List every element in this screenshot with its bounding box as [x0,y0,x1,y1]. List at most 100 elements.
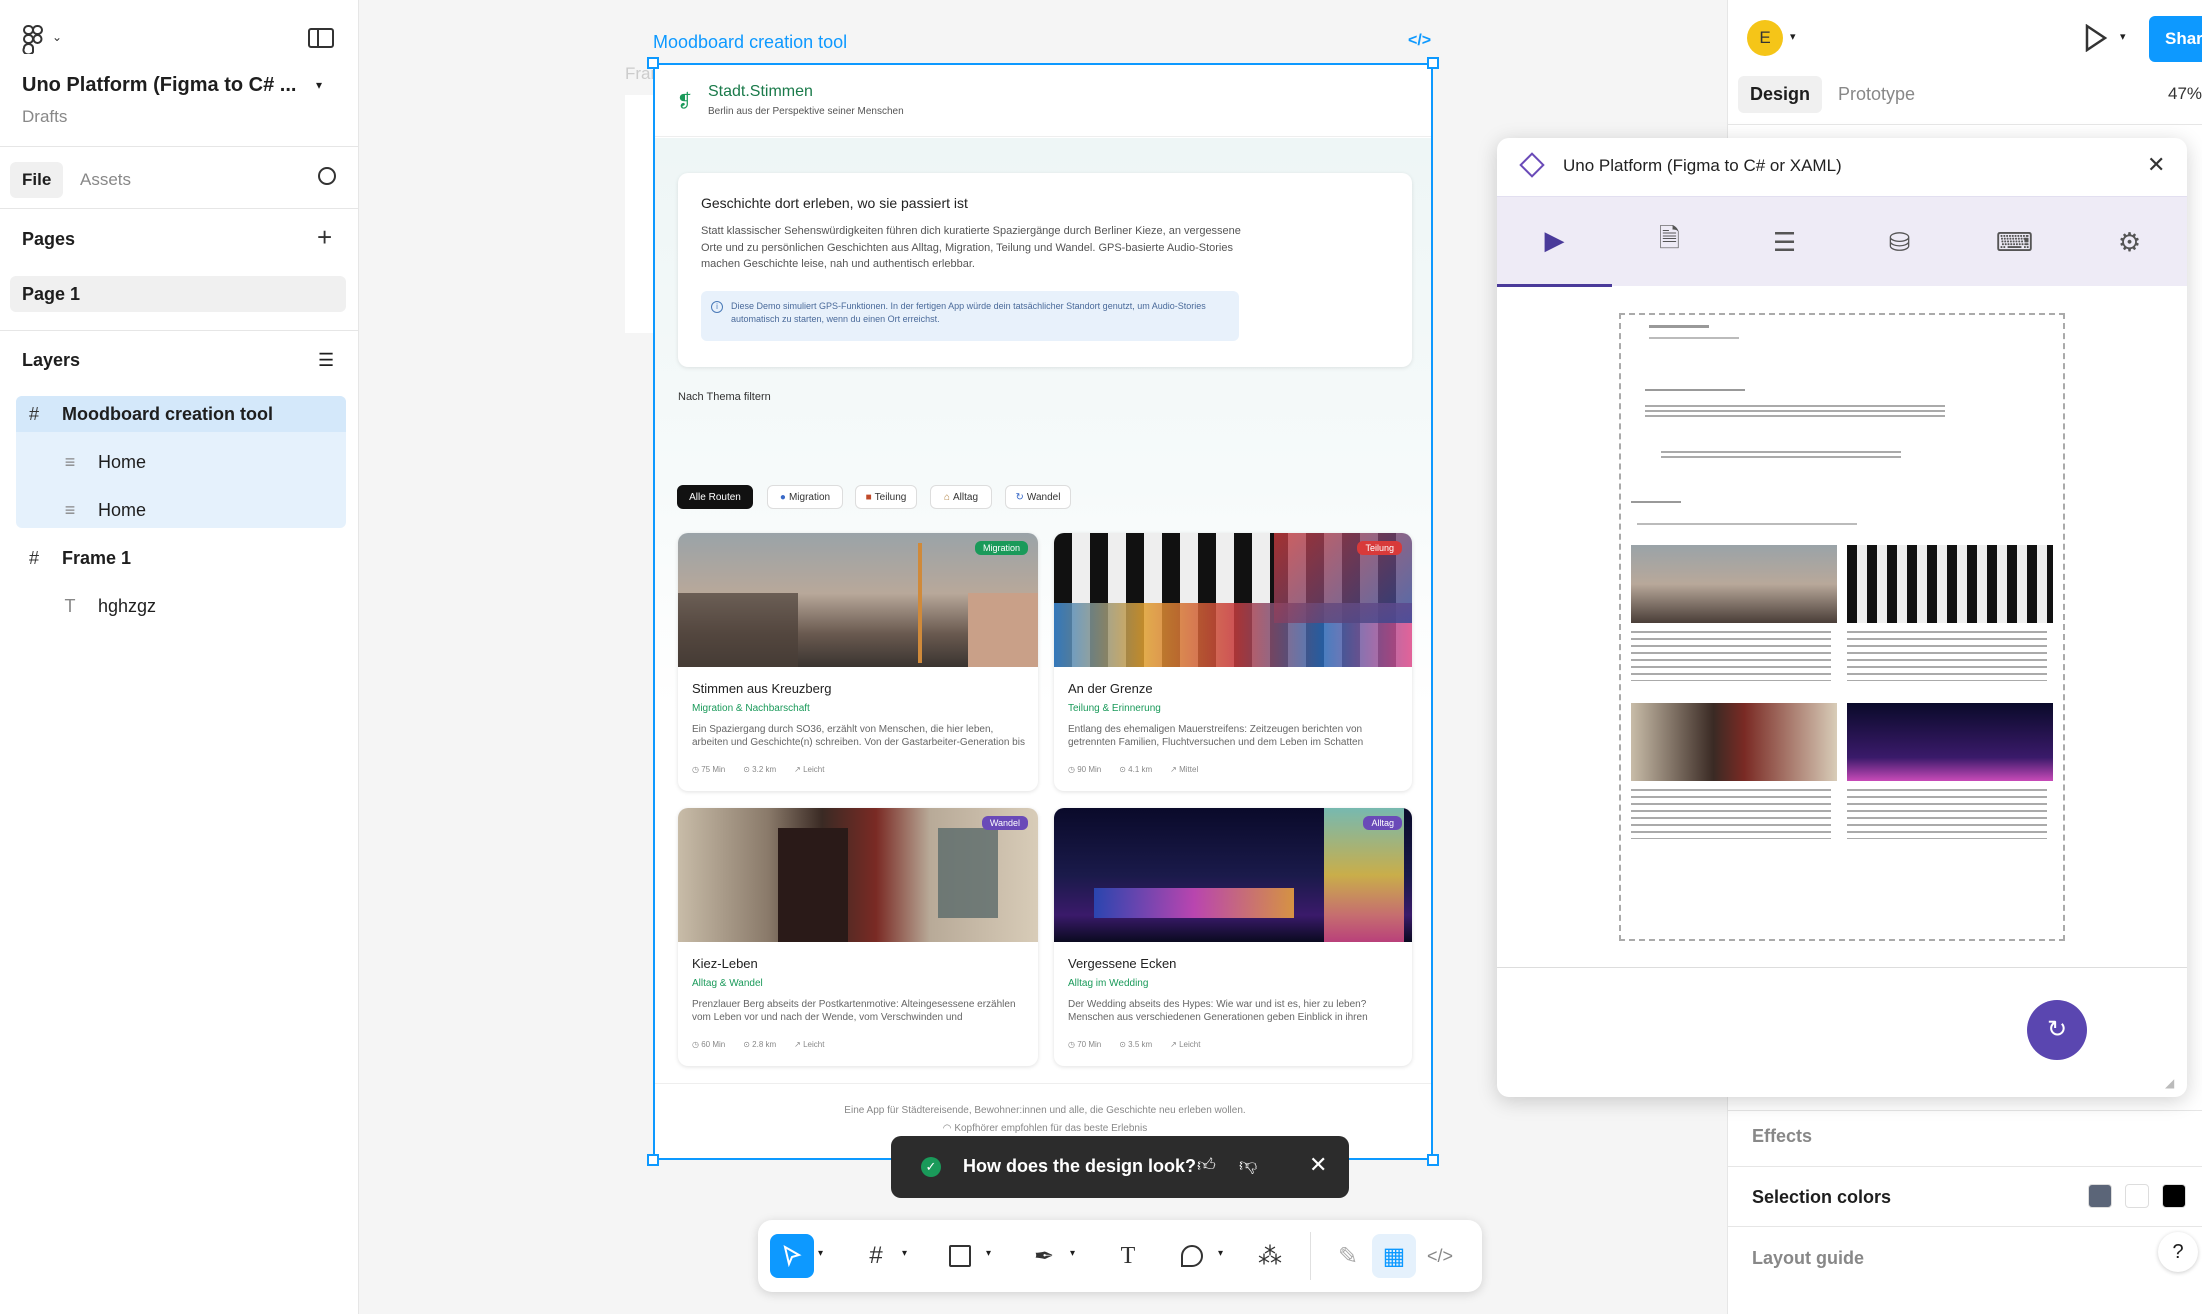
resize-handle[interactable] [647,57,659,69]
color-swatch[interactable] [2125,1184,2149,1208]
layer-home[interactable]: ≡ Home [58,438,388,486]
badge-wandel: Wandel [981,816,1028,830]
chevron-down-icon[interactable]: ▾ [1790,30,1796,43]
footer-note: Kopfhörer empfohlen für das beste Erlebn… [954,1123,1148,1134]
color-swatch[interactable] [2162,1184,2186,1208]
shape-tool-button[interactable] [938,1234,982,1278]
chip-alle-routen[interactable]: Alle Routen [677,485,753,509]
preview-header-lines [1649,325,1709,328]
tab-data[interactable]: ⛁ [1842,197,1957,287]
chip-alltag[interactable]: ⌂ Alltag [930,485,992,509]
layer-frame-1[interactable]: # Frame 1 [22,534,352,582]
moodboard-frame[interactable]: ❡ Stadt.Stimmen Berlin aus der Perspekti… [653,63,1433,1160]
tab-terminal[interactable]: ⌨ [1957,197,2072,287]
tab-file[interactable]: File [10,162,64,198]
plugin-divider [1497,967,2187,968]
site-tagline: Berlin aus der Perspektive seiner Mensch… [708,106,904,117]
present-button[interactable] [2084,23,2108,57]
draw-mode-button[interactable]: ✎ [1326,1234,1370,1278]
tab-preview[interactable]: ▶ [1497,197,1612,287]
dev-mode-button[interactable]: </> [1418,1234,1462,1278]
route-card[interactable]: Migration Stimmen aus Kreuzberg Migratio… [678,533,1038,791]
difficulty: Leicht [803,1040,825,1049]
sidebar-toggle-icon[interactable] [308,28,334,48]
add-page-button[interactable]: + [317,222,332,253]
move-tool-button[interactable] [770,1234,814,1278]
code-icon[interactable]: </> [1408,32,1431,50]
help-button[interactable]: ? [2158,1232,2198,1272]
comment-tool-button[interactable] [1170,1234,1214,1278]
frame-tool-button[interactable]: # [854,1234,898,1278]
resize-handle[interactable] [1427,1154,1439,1166]
drafts-label[interactable]: Drafts [22,107,67,127]
house-icon: ⌂ [943,491,951,503]
tab-assets[interactable]: Assets [80,170,131,190]
chevron-down-icon[interactable]: ▾ [902,1248,907,1259]
layer-home[interactable]: ≡ Home [58,486,388,534]
chevron-down-icon[interactable]: ▾ [2120,30,2126,43]
file-title[interactable]: Uno Platform (Figma to C# ... [22,74,296,97]
avatar[interactable]: E [1747,20,1783,56]
card-description: Prenzlauer Berg abseits der Postkartenmo… [692,999,1016,1023]
resize-handle[interactable] [647,1154,659,1166]
card-description: Der Wedding abseits des Hypes: Wie war u… [1068,999,1368,1023]
card-subtitle: Migration & Nachbarschaft [692,703,810,714]
layers-options-icon[interactable]: ☰ [318,350,334,371]
card-title: Stimmen aus Kreuzberg [692,681,832,696]
footer-divider [655,1083,1431,1084]
chevron-down-icon[interactable]: ⌄ [52,30,62,44]
preview-text-lines [1645,389,1745,391]
layer-moodboard-creation-tool[interactable]: # Moodboard creation tool [22,390,352,438]
refresh-button[interactable]: ↻ [2027,1000,2087,1060]
chevron-down-icon[interactable]: ▾ [1070,1248,1075,1259]
route-card[interactable]: Alltag Vergessene Ecken Alltag im Weddin… [1054,808,1412,1066]
thumbs-down-icon[interactable]: 👎︎ [1239,1154,1257,1176]
close-icon[interactable]: ✕ [2147,152,2165,178]
share-button[interactable]: Shar [2149,16,2202,62]
figma-menu-button[interactable] [22,24,44,61]
layer-hghzgz[interactable]: T hghzgz [58,582,388,630]
zoom-level[interactable]: 47% [2168,84,2202,104]
chevron-down-icon[interactable]: ▾ [316,78,322,92]
chip-migration[interactable]: ● Migration [767,485,843,509]
tab-export[interactable]: 🗎 [1612,197,1727,287]
chip-wandel[interactable]: ↻ Wandel [1005,485,1071,509]
terminal-icon: ⌨ [1995,226,2034,257]
page-item-page-1[interactable]: Page 1 [10,276,346,312]
effects-heading[interactable]: Effects [1752,1126,1812,1147]
code-icon: </> [1426,1245,1454,1266]
pen-tool-button[interactable]: ✒ [1022,1234,1066,1278]
text-block-icon: ≡ [64,499,76,520]
actions-button[interactable]: ⁂ [1248,1234,1292,1278]
layer-label: Frame 1 [62,547,132,568]
chip-teilung[interactable]: ■ Teilung [855,485,917,509]
chevron-down-icon[interactable]: ▾ [986,1248,991,1259]
card-description: Ein Spaziergang durch SO36, erzählt von … [692,724,1025,748]
chevron-down-icon[interactable]: ▾ [818,1248,823,1259]
close-icon[interactable]: ✕ [1309,1152,1327,1178]
tab-list[interactable]: ☰ [1727,197,1842,287]
design-mode-button[interactable]: ▦ [1372,1234,1416,1278]
thumbs-up-icon[interactable]: 👍︎ [1197,1154,1216,1176]
route-card[interactable]: Wandel Kiez-Leben Alltag & Wandel Prenzl… [678,808,1038,1066]
search-icon[interactable] [318,167,336,185]
duration: 70 Min [1077,1040,1102,1049]
resize-handle[interactable] [1427,57,1439,69]
chevron-down-icon[interactable]: ▾ [1218,1248,1223,1259]
tab-settings[interactable]: ⚙ [2072,197,2187,287]
color-swatch[interactable] [2088,1184,2112,1208]
frame-label[interactable]: Moodboard creation tool [653,32,847,53]
distance: 2.8 km [752,1040,777,1049]
layout-guide-heading[interactable]: Layout guide [1752,1248,1864,1269]
route-card[interactable]: Teilung An der Grenze Teilung & Erinneru… [1054,533,1412,791]
chip-label: Wandel [1026,491,1061,503]
check-circle-icon: ✓ [921,1157,941,1177]
preview-thumbnail [1631,703,1837,781]
tab-design[interactable]: Design [1738,76,1823,113]
tab-prototype[interactable]: Prototype [1838,84,1915,105]
file-export-icon: 🗎 [1659,223,1680,253]
distance: 3.5 km [1128,1040,1153,1049]
text-tool-button[interactable]: T [1106,1234,1150,1278]
pin-icon: ⊙ 3.5 km [1119,1040,1153,1049]
resize-grip-icon[interactable]: ◢ [2165,1076,2174,1090]
